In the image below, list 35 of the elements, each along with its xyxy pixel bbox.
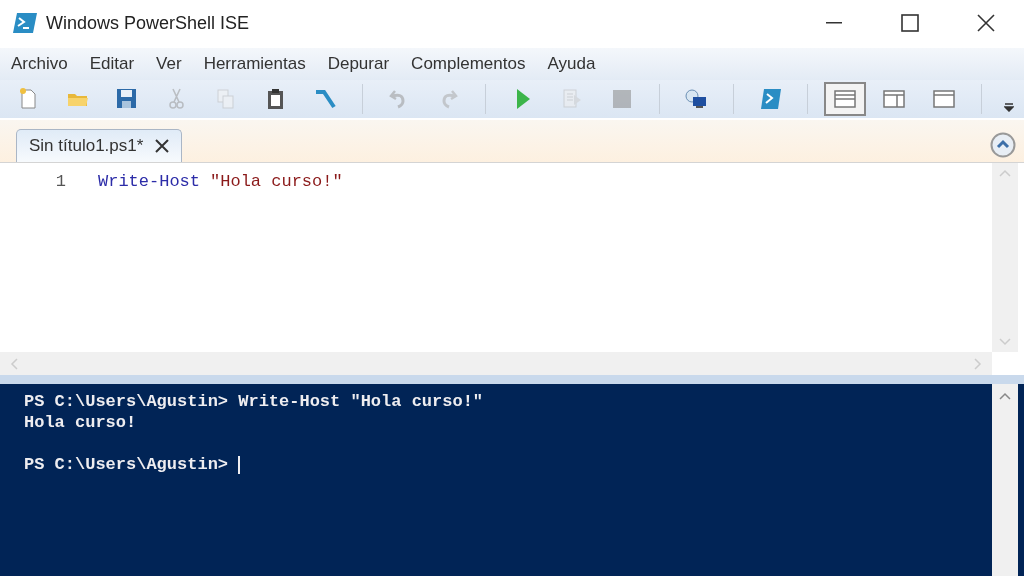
scroll-up-icon[interactable] [999,169,1011,177]
console-prompt: PS C:\Users\Agustin> [24,455,229,474]
code-keyword: Write-Host [98,171,201,191]
close-icon [977,14,995,32]
menu-item[interactable]: Editar [81,54,143,74]
window-title: Windows PowerShell ISE [46,12,250,34]
powershell-icon [758,87,783,111]
menu-item[interactable]: Depurar [319,54,398,74]
scroll-up-icon[interactable] [999,392,1011,400]
close-icon[interactable] [155,139,170,153]
scroll-right-icon[interactable] [974,357,982,370]
vertical-scrollbar[interactable] [992,163,1018,352]
menu-item[interactable]: Complementos [403,54,534,74]
line-number: 1 [54,171,67,191]
script-tab[interactable]: Sin título1.ps1* [16,129,183,162]
console-line: Hola curso! [24,413,137,432]
scroll-left-icon[interactable] [10,357,18,370]
menu-item[interactable]: Ayuda [539,54,604,74]
minimize-icon [826,22,842,24]
layout-top-icon [832,87,857,111]
console-line: PS C:\Users\Agustin> Write-Host "Hola curso!" [24,392,484,411]
maximize-icon [901,14,919,32]
vertical-scrollbar[interactable] [992,384,1018,576]
code-string: "Hola curso!" [210,171,343,191]
layout-maximize-icon [931,87,956,111]
collapse-button[interactable] [990,132,1016,158]
remote-computer-icon [684,87,709,111]
scroll-down-icon[interactable] [999,338,1011,346]
layout-right-icon [882,87,907,111]
powershell-logo-icon [12,12,38,34]
overflow-icon [1003,103,1014,112]
menu-item[interactable]: Herramientas [195,54,314,74]
horizontal-scrollbar[interactable] [0,352,992,375]
menu-item[interactable]: Ver [148,54,190,74]
menu-item[interactable]: Archivo [3,54,76,74]
